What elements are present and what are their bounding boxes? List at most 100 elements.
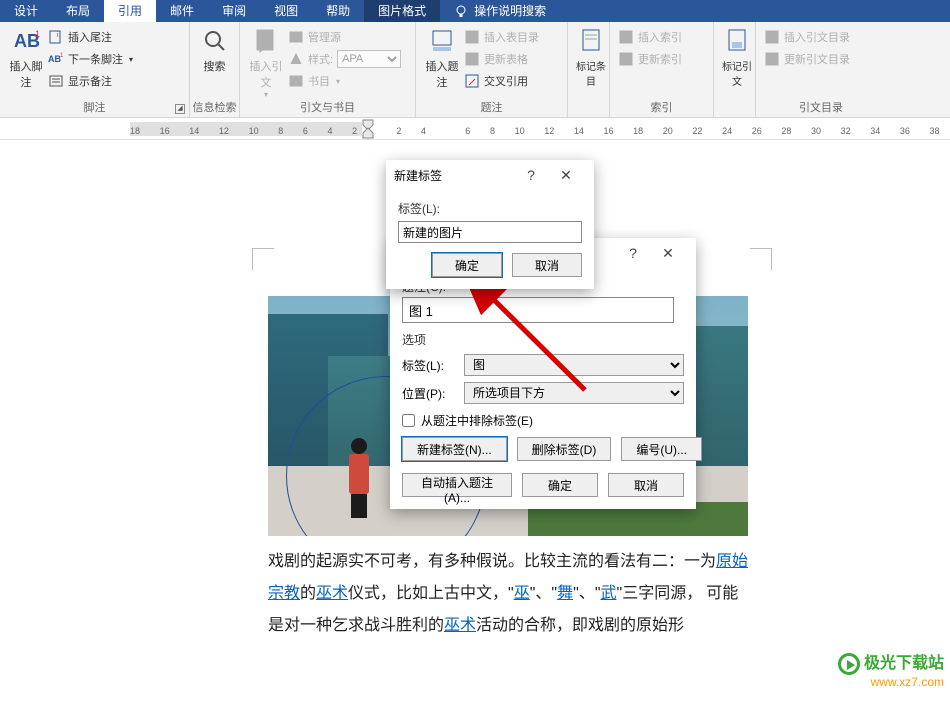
show-notes-button[interactable]: 显示备注 (48, 70, 133, 92)
group-title-index: 索引 (610, 99, 713, 115)
group-title-captions: 题注 (416, 99, 567, 115)
insert-caption-button[interactable]: 插入题注 (424, 26, 460, 92)
cancel-button[interactable]: 取消 (608, 473, 684, 497)
tab-references[interactable]: 引用 (104, 0, 156, 22)
tab-review[interactable]: 审阅 (208, 0, 260, 22)
update-table-button[interactable]: !更新表格 (464, 48, 539, 70)
update-index-button[interactable]: 更新索引 (618, 48, 705, 70)
numbering-button[interactable]: 编号(U)... (621, 437, 702, 461)
position-label: 位置(P): (402, 385, 454, 402)
dialog-titlebar[interactable]: 新建标签 ? ✕ (386, 160, 594, 190)
insert-footnote-button[interactable]: AB1 插入脚注 (8, 26, 44, 92)
tab-layout[interactable]: 布局 (52, 0, 104, 22)
new-label-button[interactable]: 新建标签(N)... (402, 437, 507, 461)
style-icon (288, 51, 304, 67)
lightbulb-icon (454, 4, 468, 18)
mark-entry-button[interactable]: 标记条目 (576, 26, 606, 88)
update-index-icon (618, 51, 634, 67)
new-label-input[interactable] (398, 221, 582, 243)
ok-button[interactable]: 确定 (522, 473, 598, 497)
tell-me[interactable]: 操作说明搜索 (440, 0, 950, 22)
tab-help[interactable]: 帮助 (312, 0, 364, 22)
exclude-checkbox[interactable]: 从题注中排除标签(E) (402, 412, 684, 429)
ruler[interactable]: 1816141210864224681012141618202224262830… (0, 118, 950, 140)
body-text[interactable]: 戏剧的起源实不可考，有多种假说。比较主流的看法有二：一为原始宗教的巫术仪式，比如… (268, 546, 754, 642)
chevron-down-icon: ▾ (129, 55, 133, 64)
caption-icon (427, 26, 457, 56)
svg-text:1: 1 (35, 29, 40, 39)
close-button[interactable]: ✕ (648, 245, 688, 262)
auto-caption-button[interactable]: 自动插入题注(A)... (402, 473, 512, 497)
svg-text:1: 1 (60, 53, 64, 59)
help-button[interactable]: ? (516, 167, 546, 183)
update-toa-button[interactable]: 更新引文目录 (764, 48, 878, 70)
group-citations: 插入引文▾ 管理源 样式: APA 书目▾ 引文与书目 (240, 22, 416, 117)
manage-sources-icon (288, 29, 304, 45)
next-footnote-button[interactable]: AB1下一条脚注▾ (48, 48, 133, 70)
style-selector[interactable]: 样式: APA (288, 48, 401, 70)
ok-button[interactable]: 确定 (432, 253, 502, 277)
search-icon (200, 26, 230, 56)
mark-entry-icon (576, 26, 606, 56)
style-dropdown[interactable]: APA (337, 50, 401, 68)
group-title-toa: 引文目录 (756, 99, 886, 115)
group-index: 插入索引 更新索引 索引 (610, 22, 714, 117)
group-mark: 标记条目 (568, 22, 610, 117)
tab-picture-format[interactable]: 图片格式 (364, 0, 440, 22)
dialog-title: 新建标签 (394, 167, 442, 184)
watermark: 极光下载站 www.xz7.com (838, 649, 944, 689)
group-cit-mark: 标记引文 (714, 22, 756, 117)
group-toa: 插入引文目录 更新引文目录 引文目录 (756, 22, 886, 117)
ribbon: AB1 插入脚注 i插入尾注 AB1下一条脚注▾ 显示备注 脚注 ◢ 搜索 信息… (0, 22, 950, 118)
footnotes-launcher[interactable]: ◢ (175, 104, 185, 114)
index-icon (618, 29, 634, 45)
tab-bar: 设计 布局 引用 邮件 审阅 视图 帮助 图片格式 操作说明搜索 (0, 0, 950, 22)
mark-citation-button[interactable]: 标记引文 (722, 26, 752, 88)
tab-mailings[interactable]: 邮件 (156, 0, 208, 22)
group-captions: 插入题注 插入表目录 !更新表格 交叉引用 题注 (416, 22, 568, 117)
indent-marker-icon[interactable] (361, 118, 377, 140)
manage-sources-button[interactable]: 管理源 (288, 26, 401, 48)
help-button[interactable]: ? (618, 245, 648, 261)
crop-mark-icon (750, 248, 772, 270)
insert-tof-button[interactable]: 插入表目录 (464, 26, 539, 48)
footnote-icon: AB1 (11, 26, 41, 56)
link[interactable]: 巫术 (316, 585, 348, 602)
insert-endnote-button[interactable]: i插入尾注 (48, 26, 133, 48)
watermark-icon (838, 653, 860, 675)
group-research: 搜索 信息检索 (190, 22, 240, 117)
new-label-field-label: 标签(L): (398, 200, 582, 217)
bibliography-icon (288, 73, 304, 89)
chevron-down-icon: ▾ (336, 77, 340, 86)
svg-text:i: i (57, 32, 59, 39)
group-footnotes: AB1 插入脚注 i插入尾注 AB1下一条脚注▾ 显示备注 脚注 ◢ (0, 22, 190, 117)
link[interactable]: 舞 (557, 585, 573, 602)
tab-view[interactable]: 视图 (260, 0, 312, 22)
label-select[interactable]: 图 (464, 354, 684, 376)
tab-design[interactable]: 设计 (0, 0, 52, 22)
tof-icon (464, 29, 480, 45)
cross-ref-button[interactable]: 交叉引用 (464, 70, 539, 92)
insert-index-button[interactable]: 插入索引 (618, 26, 705, 48)
position-select[interactable]: 所选项目下方 (464, 382, 684, 404)
bibliography-button[interactable]: 书目▾ (288, 70, 401, 92)
cancel-button[interactable]: 取消 (512, 253, 582, 277)
link[interactable]: 巫术 (444, 617, 476, 634)
toa-icon (764, 29, 780, 45)
link[interactable]: 武 (601, 585, 617, 602)
caption-input[interactable] (402, 297, 674, 323)
insert-citation-button[interactable]: 插入引文▾ (248, 26, 284, 99)
group-title-research: 信息检索 (190, 99, 239, 115)
group-title-citations: 引文与书目 (240, 99, 415, 115)
options-label: 选项 (402, 331, 684, 348)
tell-me-label: 操作说明搜索 (474, 0, 546, 22)
insert-toa-button[interactable]: 插入引文目录 (764, 26, 878, 48)
close-button[interactable]: ✕ (546, 167, 586, 184)
link[interactable]: 巫 (514, 585, 530, 602)
label-label: 标签(L): (402, 357, 454, 374)
update-toa-icon (764, 51, 780, 67)
delete-label-button[interactable]: 删除标签(D) (517, 437, 612, 461)
next-footnote-icon: AB1 (48, 51, 64, 67)
mark-citation-icon (722, 26, 752, 56)
search-button[interactable]: 搜索 (198, 26, 232, 74)
